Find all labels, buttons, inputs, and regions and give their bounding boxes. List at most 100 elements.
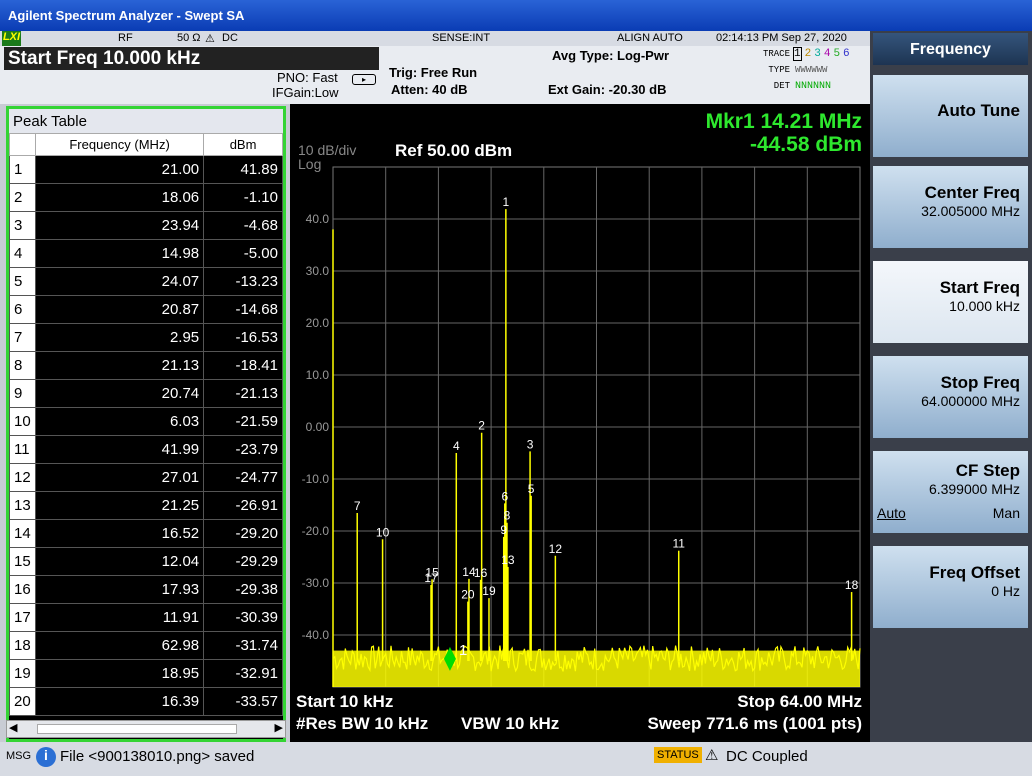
peak-amplitude: -32.91 (203, 659, 283, 688)
peak-row[interactable]: 12 27.01 -24.77 (9, 463, 283, 492)
freq-offset-value: 0 Hz (991, 583, 1020, 599)
peak-frequency: 17.93 (34, 575, 205, 604)
peak-row[interactable]: 3 23.94 -4.68 (9, 211, 283, 240)
peak-row[interactable]: 4 14.98 -5.00 (9, 239, 283, 268)
peak-index: 14 (9, 519, 36, 548)
warning-icon: ⚠ (205, 33, 215, 45)
peak-amplitude: 41.89 (203, 155, 283, 184)
freq-offset-button[interactable]: Freq Offset 0 Hz (873, 546, 1028, 628)
message-bar: MSG i File <900138010.png> saved STATUS … (0, 742, 1032, 776)
peak-row[interactable]: 13 21.25 -26.91 (9, 491, 283, 520)
peak-amplitude: -29.38 (203, 575, 283, 604)
peak-frequency: 12.04 (34, 547, 205, 576)
peak-index: 15 (9, 547, 36, 576)
scroll-right-icon[interactable]: ▶ (275, 721, 283, 734)
start-freq-value: 10.000 kHz (949, 298, 1020, 314)
trace-number: 1 (793, 47, 802, 61)
start-freq-label: Start Freq (939, 278, 1020, 297)
peak-row[interactable]: 17 11.91 -30.39 (9, 603, 283, 632)
peak-row[interactable]: 6 20.87 -14.68 (9, 295, 283, 324)
stop-freq-button[interactable]: Stop Freq 64.000000 MHz (873, 356, 1028, 438)
peak-row[interactable]: 1 21.00 41.89 (9, 155, 283, 184)
peak-frequency: 21.25 (34, 491, 205, 520)
atten-label: Atten: 40 dB (391, 82, 468, 97)
trace-number: 4 (823, 48, 831, 60)
peak-row[interactable]: 9 20.74 -21.13 (9, 379, 283, 408)
peak-frequency: 18.06 (34, 183, 205, 212)
peak-label: 1 (503, 195, 510, 209)
start-freq-button[interactable]: Start Freq 10.000 kHz (873, 261, 1028, 343)
dc-warning-icon: ⚠ (705, 747, 719, 764)
peak-frequency: 6.03 (34, 407, 205, 436)
spectrum-graph[interactable]: 40.0 30.0 20.0 10.0 0.00 -10.0 -20.0 -30.0 -40.0… (290, 104, 870, 742)
peak-label: 9 (500, 523, 507, 537)
peak-index: 16 (9, 575, 36, 604)
status-button[interactable]: STATUS (654, 747, 702, 763)
peak-row[interactable]: 10 6.03 -21.59 (9, 407, 283, 436)
peak-amplitude: -29.20 (203, 519, 283, 548)
align-label: ALIGN AUTO (617, 32, 683, 44)
peak-table-grid: Frequency (MHz) dBm 1 21.00 41.89 2 18.06 -1.… (9, 133, 283, 716)
cf-step-button[interactable]: CF Step 6.399000 MHz Auto Man (873, 451, 1028, 533)
peak-row[interactable]: 7 2.95 -16.53 (9, 323, 283, 352)
peak-frequency: 16.52 (34, 519, 205, 548)
auto-tune-button[interactable]: Auto Tune (873, 75, 1028, 157)
peak-frequency: 24.07 (34, 267, 205, 296)
cf-step-man[interactable]: Man (993, 505, 1020, 521)
dc-label: DC (222, 32, 238, 44)
peak-index: 8 (9, 351, 36, 380)
peak-row[interactable]: 2 18.06 -1.10 (9, 183, 283, 212)
peak-frequency: 16.39 (34, 687, 205, 716)
peak-label: 3 (527, 437, 534, 451)
peak-frequency: 2.95 (34, 323, 205, 352)
peak-row[interactable]: 20 16.39 -33.57 (9, 687, 283, 716)
y-tick-label: -20.0 (302, 524, 330, 538)
softkey-title: Frequency (873, 33, 1028, 65)
start-freq-display: Start Freq 10.000 kHz (4, 47, 379, 70)
avg-type-label: Avg Type: Log-Pwr (552, 48, 669, 63)
rf-label: RF (118, 32, 133, 44)
peak-index: 19 (9, 659, 36, 688)
type-label: TYPE (768, 65, 790, 75)
peak-index: 9 (9, 379, 36, 408)
scroll-left-icon[interactable]: ◀ (9, 721, 17, 734)
peak-row[interactable]: 18 62.98 -31.74 (9, 631, 283, 660)
center-freq-button[interactable]: Center Freq 32.005000 MHz (873, 166, 1028, 248)
peak-amplitude: -1.10 (203, 183, 283, 212)
peak-row[interactable]: 11 41.99 -23.79 (9, 435, 283, 464)
peak-label: 7 (354, 499, 361, 513)
cf-step-auto[interactable]: Auto (877, 505, 906, 521)
y-tick-label: -10.0 (302, 472, 330, 486)
peak-index: 3 (9, 211, 36, 240)
col-dbm: dBm (203, 133, 283, 156)
y-tick-label: -30.0 (302, 576, 330, 590)
peak-row[interactable]: 5 24.07 -13.23 (9, 267, 283, 296)
spectrum-plot[interactable]: 10 dB/div Log Ref 50.00 dBm Mkr1 14.21 M… (290, 104, 870, 742)
peak-amplitude: -29.29 (203, 547, 283, 576)
instrument-x-icon: LXI (2, 31, 21, 46)
peak-frequency: 62.98 (34, 631, 205, 660)
peak-label: 17 (424, 571, 438, 585)
peak-row[interactable]: 8 21.13 -18.41 (9, 351, 283, 380)
peak-row[interactable]: 14 16.52 -29.20 (9, 519, 283, 548)
trace-number: 3 (814, 48, 821, 60)
scroll-thumb[interactable] (37, 724, 237, 734)
peak-index: 4 (9, 239, 36, 268)
peak-row[interactable]: 19 18.95 -32.91 (9, 659, 283, 688)
trace-type-values: WWWWWW (795, 65, 828, 75)
info-icon: i (36, 747, 56, 767)
peak-row[interactable]: 16 17.93 -29.38 (9, 575, 283, 604)
y-tick-label: 20.0 (306, 316, 330, 330)
freq-offset-label: Freq Offset (929, 563, 1020, 582)
center-freq-value: 32.005000 MHz (921, 203, 1020, 219)
stop-label: Stop 64.00 MHz (737, 692, 862, 711)
peak-row[interactable]: 15 12.04 -29.29 (9, 547, 283, 576)
peak-amplitude: -30.39 (203, 603, 283, 632)
peak-index: 10 (9, 407, 36, 436)
horizontal-scrollbar[interactable]: ◀ ▶ (6, 720, 286, 738)
dc-coupled-label: DC Coupled (726, 748, 808, 765)
cf-step-value: 6.399000 MHz (928, 481, 1020, 497)
start-label: Start 10 kHz (296, 692, 394, 711)
peak-amplitude: -33.57 (203, 687, 283, 716)
peak-label: 16 (474, 566, 488, 580)
